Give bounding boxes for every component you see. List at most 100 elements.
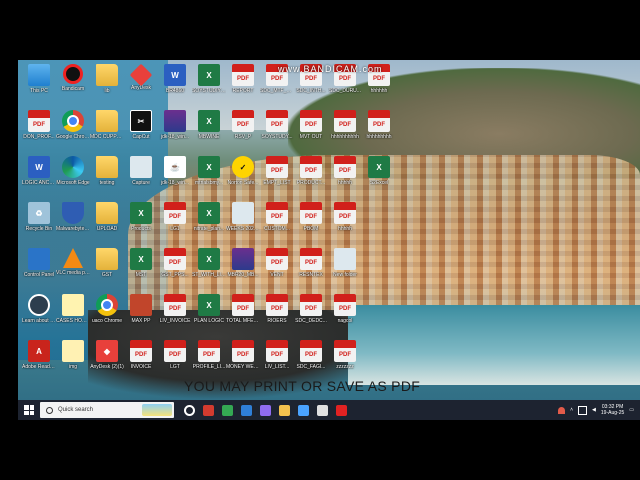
desktop-icon[interactable]: X ST_WITH_LIST	[192, 248, 226, 292]
java-taskbar-icon[interactable]	[317, 404, 328, 416]
desktop-icon-label: MONEY WEA...	[226, 364, 260, 370]
desktop-icon[interactable]: PDF hhhhh	[328, 156, 362, 200]
desktop-icon-label: RIOERS	[267, 318, 287, 324]
desktop-icon[interactable]: GST	[90, 248, 124, 292]
desktop-icon[interactable]: PDF INVOICE	[124, 340, 158, 384]
desktop-icon[interactable]: This PC	[22, 64, 56, 108]
norton-icon: ✓	[232, 156, 254, 178]
desktop-icon[interactable]: CASES HONORS	[56, 294, 90, 338]
desktop-icon-label: PRODUCT...	[296, 180, 326, 186]
desktop-icon[interactable]: X S2Excel	[362, 156, 396, 200]
desktop-icon[interactable]: PDF LG1	[158, 202, 192, 246]
desktop-icon[interactable]: lib	[90, 64, 124, 108]
desktop-icon[interactable]: PDF DON_PROF...	[22, 110, 56, 154]
desktop-icon[interactable]: W BR4860	[158, 64, 192, 108]
explorer-taskbar-icon[interactable]	[279, 404, 290, 416]
desktop-icon[interactable]: PDF RESNTEX	[294, 248, 328, 292]
clock[interactable]: 03:32 PM 19-Aug-25	[601, 404, 624, 416]
desktop-icon[interactable]: ♻ Recycle Bin	[22, 202, 56, 246]
desktop-icon[interactable]: X SOYSTUDIY PLAN_LI...	[192, 64, 226, 108]
desktop-icon-label: VENT	[270, 272, 284, 278]
chevron-up-icon[interactable]: ˄	[570, 407, 573, 413]
weather-icon[interactable]	[558, 406, 566, 414]
pdf-icon: PDF	[266, 156, 288, 178]
copilot-taskbar-icon[interactable]	[260, 404, 271, 416]
desktop-icon[interactable]: PDF hhhhh	[328, 202, 362, 246]
edge-blue-taskbar-icon[interactable]	[241, 404, 252, 416]
desktop-icon[interactable]: AnyDesk	[124, 63, 158, 108]
desktop-icon[interactable]: X MST	[124, 248, 158, 292]
desktop-icon[interactable]: PDF hhhhhhhhh	[362, 110, 396, 154]
desktop-icon[interactable]: PDF CUSTOM...	[260, 202, 294, 246]
desktop-icon[interactable]: MBR20_MB...	[226, 248, 260, 292]
desktop-icon[interactable]: uaco Chrome	[90, 294, 124, 338]
desktop-icon[interactable]: Malwarebytes...	[56, 202, 90, 246]
desktop-icon-label: MBR20_MB...	[227, 272, 259, 278]
desktop-icon[interactable]: PDF SOYSTUDY...	[260, 110, 294, 154]
desktop[interactable]: This PC Bandicam lib AnyDesk W BR4860 X SOYSTUD…	[18, 60, 640, 420]
desktop-icon[interactable]: testing	[90, 156, 124, 200]
desktop-icon[interactable]: ✓ Norton Safe...	[226, 156, 260, 200]
desktop-icon[interactable]: PDF MVT OUT	[294, 110, 328, 154]
desktop-icon[interactable]: img	[56, 340, 90, 384]
desktop-icon[interactable]: PDF RSV_P	[226, 110, 260, 154]
desktop-icon-label: LG1	[170, 226, 180, 232]
desktop-icon[interactable]: UPLOAD	[90, 202, 124, 246]
recycle-bin-icon: ♻	[28, 202, 50, 224]
desktop-icon[interactable]: jdk-18_win...	[158, 110, 192, 154]
desktop-icon[interactable]: X Products	[124, 202, 158, 246]
desktop-icon[interactable]: X MBWINE	[192, 110, 226, 154]
excel-icon: X	[198, 110, 220, 132]
desktop-icon[interactable]: MAX PP	[124, 294, 158, 338]
edge-taskbar-icon[interactable]	[203, 404, 214, 416]
desktop-icon[interactable]: PDF SDC_DEDC...	[294, 294, 328, 338]
search-box[interactable]: Quick search	[40, 402, 174, 418]
desktop-icon[interactable]: Control Panel	[22, 248, 56, 292]
desktop-icon[interactable]: Microsoft Edge	[56, 156, 90, 200]
desktop-icon[interactable]: W LOGIC ANCESTOR	[22, 156, 56, 200]
desktop-icon[interactable]: MDC CUPPLIER	[90, 110, 124, 154]
desktop-icon-label: MST	[135, 272, 147, 278]
desktop-icon[interactable]: PDF LIV_INVOICE	[158, 294, 192, 338]
desktop-icon[interactable]: PDF RIOERS	[260, 294, 294, 338]
desktop-icon[interactable]: Bandicam	[56, 64, 90, 108]
desktop-icon[interactable]: Capture	[124, 156, 158, 200]
desktop-icon[interactable]: New folder	[328, 248, 362, 292]
desktop-icon[interactable]: WEEKS 2022...	[226, 202, 260, 246]
desktop-icon[interactable]: PDF REPORT	[226, 64, 260, 108]
pc-icon	[28, 64, 50, 86]
desktop-icon[interactable]: PDF hhhhhhhhhh	[328, 110, 362, 154]
anydesk-icon	[129, 63, 153, 87]
desktop-icon[interactable]: A Adobe Reader 9	[22, 340, 56, 384]
desktop-icon-label: REPORT	[232, 88, 254, 94]
desktop-icon[interactable]: PDF TOTAL MFE_ OBS	[226, 294, 260, 338]
wallpaper-harbor	[348, 305, 640, 385]
desktop-icon[interactable]: VLC media player	[56, 248, 90, 292]
desktop-icon[interactable]: ✂ CapCut	[124, 110, 158, 154]
bandicam-taskbar-icon[interactable]	[336, 404, 347, 416]
desktop-icon[interactable]: PDF PRODUCT...	[294, 156, 328, 200]
desktop-icon[interactable]: PDF GST_PPS...	[158, 248, 192, 292]
desktop-icon[interactable]: Google Chrome	[56, 110, 90, 154]
desktop-icon[interactable]: X PLAN LOGIC	[192, 294, 226, 338]
desktop-icon[interactable]: PDF VENT	[260, 248, 294, 292]
pdf-icon: PDF	[368, 110, 390, 132]
desktop-icon[interactable]: PDF PBOM	[294, 202, 328, 246]
network-icon[interactable]	[578, 405, 588, 415]
notification-icon[interactable]: ▭	[629, 407, 634, 413]
desktop-icon[interactable]: Learn about this picture	[22, 294, 56, 338]
chrome-taskbar-icon[interactable]	[222, 404, 233, 416]
task-view-icon[interactable]	[184, 404, 195, 416]
volume-icon[interactable]: ◀	[592, 407, 596, 413]
desktop-icon[interactable]: Xnitrate_plan...	[192, 202, 226, 246]
desktop-icon-label: GST	[101, 272, 113, 278]
store-taskbar-icon[interactable]	[298, 404, 309, 416]
desktop-icon[interactable]: Xmtrialsbmy...	[192, 156, 226, 200]
desktop-icon[interactable]: ◆ AnyDesk (2)(1)	[90, 340, 124, 384]
desktop-icon-label: Capture	[132, 180, 150, 186]
desktop-icon[interactable]: ☕ jdk-18_win...	[158, 156, 192, 200]
desktop-icon[interactable]: PDF EMPT_LIST	[260, 156, 294, 200]
capcut-icon: ✂	[130, 110, 152, 132]
start-button[interactable]	[18, 400, 40, 420]
desktop-icon[interactable]: PDF nagcol	[328, 294, 362, 338]
